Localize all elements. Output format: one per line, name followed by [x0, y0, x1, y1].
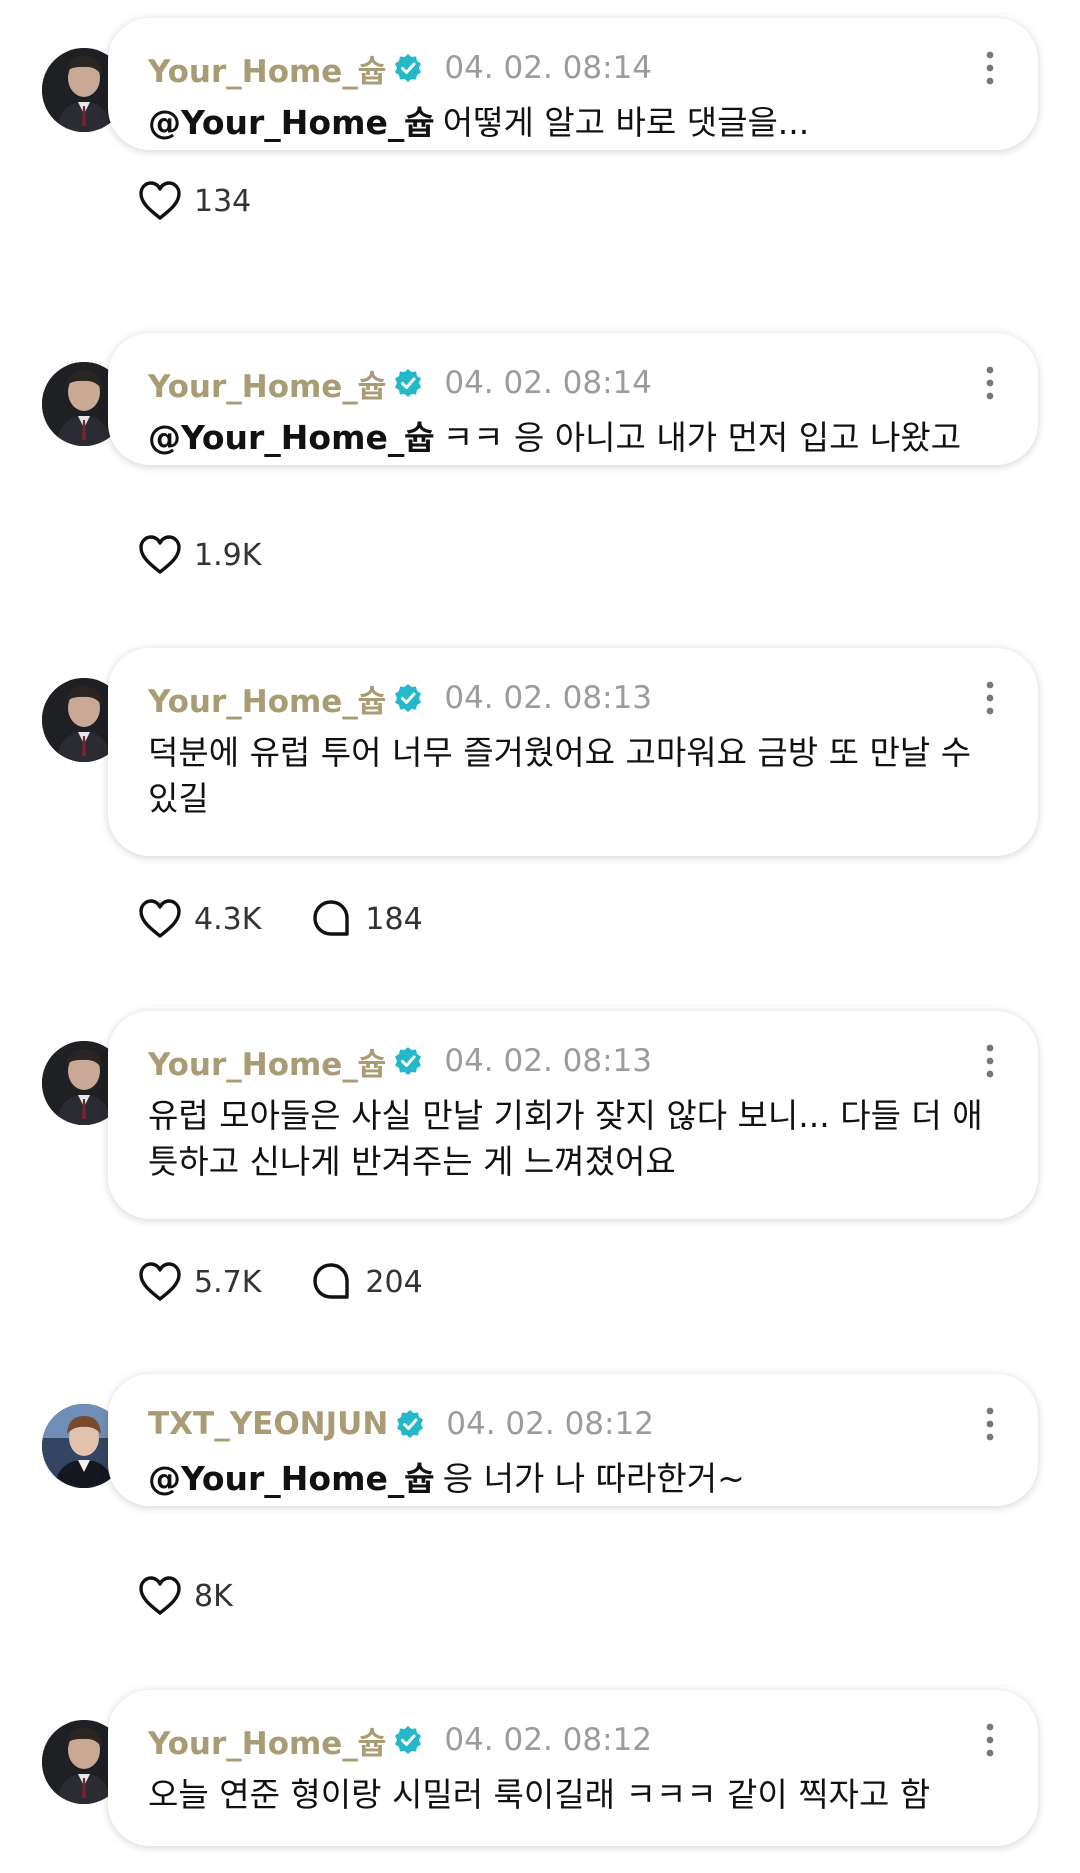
like-button[interactable]: 134 [138, 180, 251, 222]
like-button[interactable]: 4.3K [138, 898, 261, 940]
more-options-icon[interactable] [980, 678, 1000, 718]
comment-header: Your_Home_슙 04. 02. 08:12 [148, 1718, 652, 1762]
comment-body: 오늘 연준 형이랑 시밀러 룩이길래 ㅋㅋㅋ 같이 찍자고 함 [148, 1775, 931, 1814]
heart-icon [139, 1262, 181, 1301]
reply-button[interactable]: 184 [309, 898, 423, 940]
more-options-icon[interactable] [980, 1720, 1000, 1760]
like-button[interactable]: 8K [138, 1575, 233, 1617]
like-count: 1.9K [194, 537, 262, 573]
verified-badge-icon [395, 684, 422, 712]
heart-icon [139, 899, 181, 938]
comment-bubble-icon [313, 1263, 350, 1299]
comment-timestamp: 04. 02. 08:14 [444, 50, 653, 86]
like-button[interactable]: 1.9K [138, 534, 261, 576]
mention-link[interactable]: @Your_Home_슙 [148, 418, 435, 457]
comment-header: Your_Home_슙 04. 02. 08:13 [148, 1039, 652, 1083]
verified-badge-icon [397, 1410, 424, 1438]
more-options-icon[interactable] [980, 1041, 1000, 1081]
comment-bubble[interactable]: TXT_YEONJUN 04. 02. 08:12 @Your_Home_슙 응 … [108, 1374, 1038, 1506]
heart-icon [139, 535, 181, 574]
comment-body: 덕분에 유럽 투어 너무 즐거웠어요 고마워요 금방 또 만날 수 있길 [148, 733, 972, 818]
heart-icon [139, 1576, 181, 1615]
verified-badge-icon [395, 1726, 422, 1754]
reply-count: 204 [365, 1264, 423, 1300]
comment-timestamp: 04. 02. 08:14 [444, 365, 653, 401]
comment-header: Your_Home_슙 04. 02. 08:13 [148, 676, 652, 720]
author-name[interactable]: Your_Home_슙 [148, 676, 386, 721]
comment-body: 유럽 모아들은 사실 만날 기회가 잦지 않다 보니... 다들 더 애틋하고 … [148, 1096, 983, 1181]
more-options-icon[interactable] [980, 363, 1000, 403]
mention-link[interactable]: @Your_Home_슙 [148, 1459, 435, 1498]
comment-body: 응 너가 나 따라한거~ [442, 1459, 745, 1498]
like-count: 134 [194, 183, 252, 219]
author-name[interactable]: Your_Home_슙 [148, 1039, 386, 1084]
comment-bubble[interactable]: Your_Home_슙 04. 02. 08:13 덕분에 유럽 투어 너무 즐… [108, 648, 1038, 856]
comment-actions: 134 [138, 176, 299, 226]
comment-bubble-icon [313, 900, 350, 936]
heart-icon [139, 181, 181, 220]
comment-text: @Your_Home_슙 ㅋㅋ 응 아니고 내가 먼저 입고 나왔고 [148, 415, 988, 461]
like-count: 8K [194, 1578, 233, 1614]
comment-header: TXT_YEONJUN 04. 02. 08:12 [148, 1402, 654, 1446]
comment-bubble[interactable]: Your_Home_슙 04. 02. 08:13 유럽 모아들은 사실 만날 … [108, 1011, 1038, 1219]
comment-feed: Your_Home_슙 04. 02. 08:14 @Your_Home_슙 어떻… [0, 0, 1080, 1873]
reply-button[interactable]: 204 [309, 1261, 423, 1303]
like-button[interactable]: 5.7K [138, 1261, 261, 1303]
comment-timestamp: 04. 02. 08:13 [444, 1043, 653, 1079]
comment-actions: 8K [138, 1571, 281, 1621]
mention-link[interactable]: @Your_Home_슙 [148, 103, 435, 142]
comment-text: 덕분에 유럽 투어 너무 즐거웠어요 고마워요 금방 또 만날 수 있길 [148, 730, 988, 822]
comment-header: Your_Home_슙 04. 02. 08:14 [148, 46, 652, 90]
author-name[interactable]: Your_Home_슙 [148, 361, 386, 406]
comment-bubble[interactable]: Your_Home_슙 04. 02. 08:14 @Your_Home_슙 어떻… [108, 18, 1038, 150]
comment-bubble[interactable]: Your_Home_슙 04. 02. 08:12 오늘 연준 형이랑 시밀러 … [108, 1690, 1038, 1846]
comment-text: @Your_Home_슙 응 너가 나 따라한거~ [148, 1456, 988, 1502]
comment-body: 어떻게 알고 바로 댓글을... [442, 103, 810, 142]
comment-timestamp: 04. 02. 08:12 [446, 1406, 654, 1442]
comment-body: ㅋㅋ 응 아니고 내가 먼저 입고 나왔고 [442, 418, 962, 457]
comment-header: Your_Home_슙 04. 02. 08:14 [148, 361, 652, 405]
comment-actions: 5.7K 204 [138, 1257, 471, 1307]
comment-timestamp: 04. 02. 08:12 [444, 1722, 653, 1758]
comment-timestamp: 04. 02. 08:13 [444, 680, 653, 716]
more-options-icon[interactable] [980, 1404, 1000, 1444]
verified-badge-icon [395, 369, 422, 397]
like-count: 4.3K [194, 901, 262, 937]
author-name[interactable]: Your_Home_슙 [148, 1718, 386, 1763]
comment-text: 오늘 연준 형이랑 시밀러 룩이길래 ㅋㅋㅋ 같이 찍자고 함 [148, 1772, 988, 1818]
comment-text: @Your_Home_슙 어떻게 알고 바로 댓글을... [148, 100, 988, 146]
comment-text: 유럽 모아들은 사실 만날 기회가 잦지 않다 보니... 다들 더 애틋하고 … [148, 1093, 988, 1185]
verified-badge-icon [395, 54, 422, 82]
comment-actions: 1.9K [138, 530, 309, 580]
reply-count: 184 [365, 901, 423, 937]
more-options-icon[interactable] [980, 48, 1000, 88]
like-count: 5.7K [194, 1264, 262, 1300]
author-name[interactable]: Your_Home_슙 [148, 46, 386, 91]
comment-actions: 4.3K 184 [138, 894, 471, 944]
comment-bubble[interactable]: Your_Home_슙 04. 02. 08:14 @Your_Home_슙 ㅋㅋ… [108, 333, 1038, 465]
verified-badge-icon [395, 1047, 422, 1075]
author-name[interactable]: TXT_YEONJUN [148, 1406, 388, 1442]
